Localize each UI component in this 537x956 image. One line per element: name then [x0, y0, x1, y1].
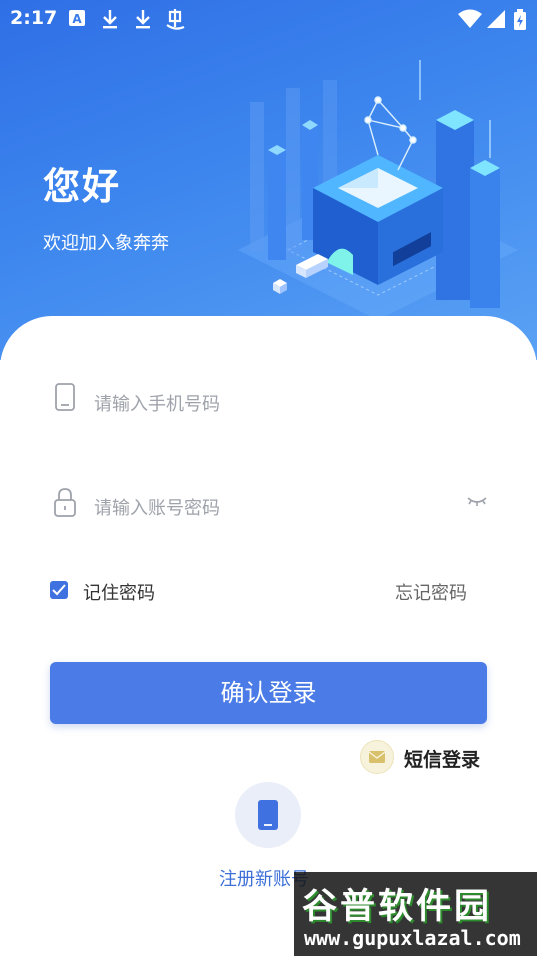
phone-icon [50, 382, 80, 418]
checkmark-icon [52, 584, 66, 596]
password-field[interactable]: 请输入账号密码 [50, 486, 487, 526]
bug-icon [164, 9, 185, 30]
svg-text:A: A [72, 12, 82, 26]
phone-input[interactable]: 请输入手机号码 [94, 390, 220, 416]
sms-login-label: 短信登录 [404, 749, 481, 771]
register-icon-button[interactable] [235, 782, 301, 848]
greeting-title: 您好 [43, 165, 121, 208]
watermark-url: www.gupuxlazal.com [304, 926, 521, 950]
forgot-password-link[interactable]: 忘记密码 [395, 579, 467, 605]
eye-closed-icon[interactable] [465, 490, 489, 510]
hero-banner: 2:17 A 您好 欢迎加入象奔奔 [0, 0, 537, 360]
isometric-city-illustration [238, 60, 518, 320]
login-button[interactable]: 确认登录 [50, 662, 487, 724]
welcome-subtitle: 欢迎加入象奔奔 [43, 233, 169, 254]
lock-icon [50, 486, 80, 522]
phone-field[interactable]: 请输入手机号码 [50, 382, 487, 422]
watermark: 谷普软件园 www.gupuxlazal.com [294, 872, 537, 956]
watermark-title: 谷普软件园 [302, 887, 493, 927]
password-input[interactable]: 请输入账号密码 [94, 494, 220, 520]
mail-icon [360, 740, 394, 774]
mobile-icon [258, 800, 278, 830]
font-a-icon: A [68, 9, 88, 29]
remember-checkbox[interactable] [50, 581, 68, 599]
status-bar: 2:17 A [0, 0, 537, 38]
download-icon [101, 9, 121, 29]
signal-icon [486, 9, 506, 29]
battery-charging-icon [513, 9, 527, 30]
download-icon [134, 9, 154, 29]
wifi-icon [458, 9, 482, 29]
remember-label: 记住密码 [83, 583, 155, 604]
status-time: 2:17 [10, 7, 58, 29]
